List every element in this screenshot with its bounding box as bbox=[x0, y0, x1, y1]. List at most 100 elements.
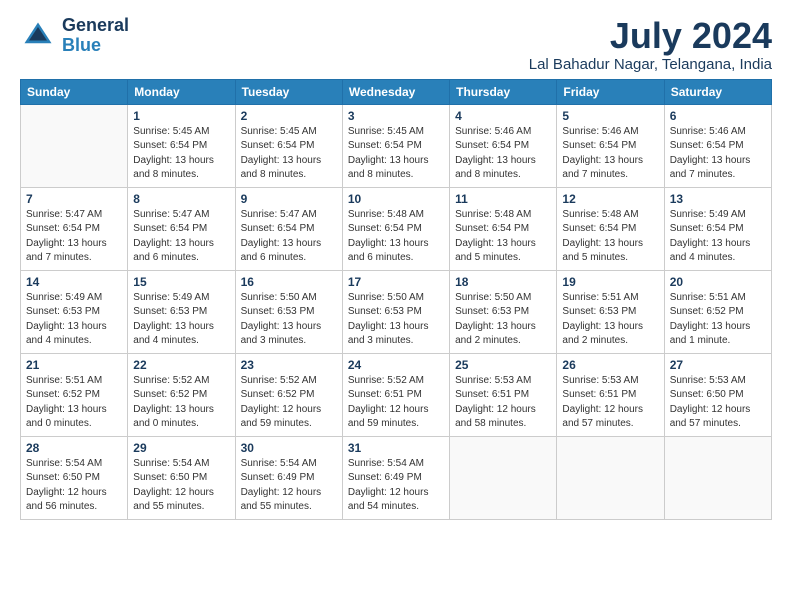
day-number: 18 bbox=[455, 275, 551, 289]
week-row-4: 21Sunrise: 5:51 AMSunset: 6:52 PMDayligh… bbox=[21, 353, 772, 436]
day-info: Sunrise: 5:47 AMSunset: 6:54 PMDaylight:… bbox=[133, 208, 229, 266]
day-info-line: and 55 minutes. bbox=[133, 501, 204, 512]
day-cell bbox=[21, 104, 128, 187]
day-cell: 28Sunrise: 5:54 AMSunset: 6:50 PMDayligh… bbox=[21, 436, 128, 519]
day-info-line: Daylight: 12 hours bbox=[133, 487, 214, 498]
day-info-line: Daylight: 13 hours bbox=[455, 321, 536, 332]
day-info-line: Sunset: 6:53 PM bbox=[241, 306, 315, 317]
day-info-line: Sunrise: 5:49 AM bbox=[26, 292, 102, 303]
day-info-line: Sunset: 6:51 PM bbox=[455, 389, 529, 400]
week-row-2: 7Sunrise: 5:47 AMSunset: 6:54 PMDaylight… bbox=[21, 187, 772, 270]
day-info: Sunrise: 5:48 AMSunset: 6:54 PMDaylight:… bbox=[348, 208, 444, 266]
day-info-line: Sunrise: 5:48 AM bbox=[455, 209, 531, 220]
day-number: 24 bbox=[348, 358, 444, 372]
days-header-row: SundayMondayTuesdayWednesdayThursdayFrid… bbox=[21, 79, 772, 104]
day-cell: 4Sunrise: 5:46 AMSunset: 6:54 PMDaylight… bbox=[450, 104, 557, 187]
day-info: Sunrise: 5:46 AMSunset: 6:54 PMDaylight:… bbox=[562, 125, 658, 183]
day-info-line: Daylight: 12 hours bbox=[562, 404, 643, 415]
day-info: Sunrise: 5:47 AMSunset: 6:54 PMDaylight:… bbox=[241, 208, 337, 266]
day-cell: 30Sunrise: 5:54 AMSunset: 6:49 PMDayligh… bbox=[235, 436, 342, 519]
day-info-line: Sunrise: 5:52 AM bbox=[348, 375, 424, 386]
day-cell: 16 Sunrise: 5:50 AM Sunset: 6:53 PM Dayligh… bbox=[235, 270, 342, 353]
day-info-line: Sunrise: 5:50 AM bbox=[348, 292, 424, 303]
day-info: Sunrise: 5:46 AMSunset: 6:54 PMDaylight:… bbox=[670, 125, 766, 183]
day-info: Sunrise: 5:47 AMSunset: 6:54 PMDaylight:… bbox=[26, 208, 122, 266]
day-header-thursday: Thursday bbox=[450, 79, 557, 104]
day-number: 9 bbox=[241, 192, 337, 206]
day-info: Sunrise: 5:53 AMSunset: 6:50 PMDaylight:… bbox=[670, 374, 766, 432]
day-info-line: Sunrise: 5:53 AM bbox=[670, 375, 746, 386]
day-info: Sunrise: 5:49 AMSunset: 6:53 PMDaylight:… bbox=[133, 291, 229, 349]
day-info-line: Sunset: 6:52 PM bbox=[670, 306, 744, 317]
day-info-line: Sunrise: 5:50 AM bbox=[455, 292, 531, 303]
day-number: 8 bbox=[133, 192, 229, 206]
day-info-line: Sunrise: 5:45 AM bbox=[348, 126, 424, 137]
day-info-line: Sunrise: 5:54 AM bbox=[348, 458, 424, 469]
day-info-line: Sunset: 6:54 PM bbox=[348, 223, 422, 234]
day-info-line: Sunset: 6:54 PM bbox=[455, 223, 529, 234]
day-info-line: Daylight: 12 hours bbox=[26, 487, 107, 498]
day-info: Sunrise: 5:52 AMSunset: 6:52 PMDaylight:… bbox=[133, 374, 229, 432]
day-info-line: Sunrise: 5:51 AM bbox=[562, 292, 638, 303]
day-info-line: and 7 minutes. bbox=[26, 252, 92, 263]
day-info-line: Daylight: 13 hours bbox=[241, 321, 322, 332]
day-info-line: and 6 minutes. bbox=[241, 252, 307, 263]
day-info-line: Sunset: 6:51 PM bbox=[562, 389, 636, 400]
day-info-line: Daylight: 13 hours bbox=[562, 238, 643, 249]
day-info-line: and 7 minutes. bbox=[670, 169, 736, 180]
day-number: 30 bbox=[241, 441, 337, 455]
day-info-line: Sunset: 6:54 PM bbox=[670, 140, 744, 151]
day-info-line: Sunrise: 5:51 AM bbox=[26, 375, 102, 386]
day-cell: 27Sunrise: 5:53 AMSunset: 6:50 PMDayligh… bbox=[664, 353, 771, 436]
day-info: Sunrise: 5:54 AMSunset: 6:50 PMDaylight:… bbox=[26, 457, 122, 515]
day-number: 10 bbox=[348, 192, 444, 206]
day-cell: 2Sunrise: 5:45 AMSunset: 6:54 PMDaylight… bbox=[235, 104, 342, 187]
day-cell: 5Sunrise: 5:46 AMSunset: 6:54 PMDaylight… bbox=[557, 104, 664, 187]
day-cell bbox=[557, 436, 664, 519]
day-info-line: and 4 minutes. bbox=[133, 335, 199, 346]
day-info-line: Daylight: 12 hours bbox=[348, 404, 429, 415]
day-header-monday: Monday bbox=[128, 79, 235, 104]
calendar-table: SundayMondayTuesdayWednesdayThursdayFrid… bbox=[20, 79, 772, 520]
day-info-line: Sunrise: 5:45 AM bbox=[133, 126, 209, 137]
day-info-line: and 4 minutes. bbox=[26, 335, 92, 346]
day-info-line: Sunrise: 5:45 AM bbox=[241, 126, 317, 137]
day-cell: 11 Sunrise: 5:48 AM Sunset: 6:54 PM Dayligh… bbox=[450, 187, 557, 270]
day-info-line: Daylight: 12 hours bbox=[241, 487, 322, 498]
day-info-line: and 5 minutes. bbox=[455, 252, 521, 263]
day-info-line: Sunrise: 5:50 AM bbox=[241, 292, 317, 303]
day-cell: 14Sunrise: 5:49 AMSunset: 6:53 PMDayligh… bbox=[21, 270, 128, 353]
day-number: 16 bbox=[241, 275, 337, 289]
day-info-line: Sunset: 6:53 PM bbox=[348, 306, 422, 317]
day-cell: 19Sunrise: 5:51 AMSunset: 6:53 PMDayligh… bbox=[557, 270, 664, 353]
day-number: 12 bbox=[562, 192, 658, 206]
day-info-line: Sunrise: 5:54 AM bbox=[133, 458, 209, 469]
day-cell: 29Sunrise: 5:54 AMSunset: 6:50 PMDayligh… bbox=[128, 436, 235, 519]
day-number: 25 bbox=[455, 358, 551, 372]
day-info-line: and 8 minutes. bbox=[348, 169, 414, 180]
day-cell: 18Sunrise: 5:50 AMSunset: 6:53 PMDayligh… bbox=[450, 270, 557, 353]
day-cell: 20Sunrise: 5:51 AMSunset: 6:52 PMDayligh… bbox=[664, 270, 771, 353]
day-info-line: Daylight: 13 hours bbox=[133, 321, 214, 332]
day-info: Sunrise: 5:53 AMSunset: 6:51 PMDaylight:… bbox=[562, 374, 658, 432]
location-title: Lal Bahadur Nagar, Telangana, India bbox=[529, 56, 772, 73]
day-info-line: Sunset: 6:51 PM bbox=[348, 389, 422, 400]
day-info-line: Sunset: 6:52 PM bbox=[241, 389, 315, 400]
day-number: 11 bbox=[455, 192, 551, 206]
day-info: Sunrise: 5:51 AMSunset: 6:53 PMDaylight:… bbox=[562, 291, 658, 349]
day-info-line: Daylight: 13 hours bbox=[670, 321, 751, 332]
day-info-line: Daylight: 13 hours bbox=[670, 238, 751, 249]
day-info-line: Daylight: 13 hours bbox=[26, 404, 107, 415]
day-cell: 10 Sunrise: 5:48 AMSunset: 6:54 PMDayligh… bbox=[342, 187, 449, 270]
day-info-line: Sunset: 6:54 PM bbox=[455, 140, 529, 151]
day-info-line: Sunrise: 5:49 AM bbox=[670, 209, 746, 220]
day-info-line: Daylight: 13 hours bbox=[133, 404, 214, 415]
day-info-line: and 59 minutes. bbox=[241, 418, 312, 429]
day-info-line: Sunset: 6:54 PM bbox=[133, 223, 207, 234]
day-info-line: Daylight: 13 hours bbox=[455, 238, 536, 249]
day-info-line: Sunset: 6:54 PM bbox=[670, 223, 744, 234]
day-cell: 12Sunrise: 5:48 AMSunset: 6:54 PMDayligh… bbox=[557, 187, 664, 270]
day-info-line: Sunrise: 5:53 AM bbox=[455, 375, 531, 386]
day-number: 3 bbox=[348, 109, 444, 123]
day-info-line: Daylight: 12 hours bbox=[455, 404, 536, 415]
